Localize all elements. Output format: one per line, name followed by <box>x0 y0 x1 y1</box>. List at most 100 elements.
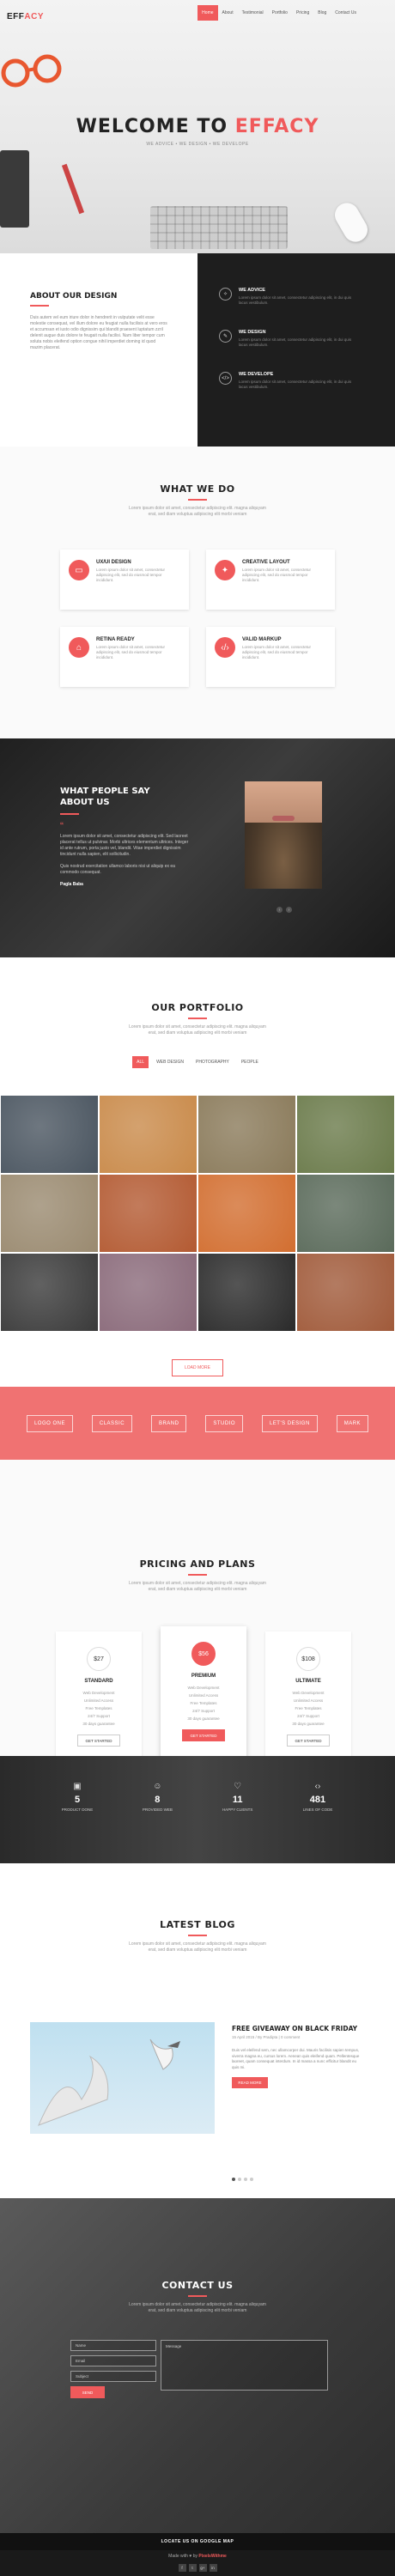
portfolio-item[interactable] <box>198 1174 296 1253</box>
get-started-button[interactable]: GET STARTED <box>182 1729 225 1741</box>
feature-text: Lorem ipsum dolor sit amet, consectetur … <box>239 380 352 389</box>
stat-item: ♡ 11 HAPPY CLIENTS <box>208 1782 268 1812</box>
plan-feature: 24/7 Support <box>88 1714 110 1718</box>
blog-title: LATEST BLOG <box>160 1919 235 1930</box>
users-icon: ☺ <box>153 1782 162 1791</box>
twitter-icon[interactable]: t <box>188 2564 197 2572</box>
linkedin-icon[interactable]: in <box>209 2564 217 2572</box>
portfolio-item[interactable] <box>0 1095 99 1174</box>
glasses-image <box>1 54 62 88</box>
blog-post-meta: 15 April 2015 / By Pradipta | 0 comment <box>232 2035 301 2039</box>
service-card[interactable]: ▭ UX/UI DESIGN Lorem ipsum dolor sit amet… <box>60 550 189 610</box>
title-divider <box>188 1574 207 1576</box>
service-card[interactable]: ‹/› VALID MARKUP Lorem ipsum dolor sit am… <box>206 627 335 687</box>
portfolio-item[interactable] <box>296 1095 395 1174</box>
pager-dot[interactable] <box>244 2178 247 2181</box>
footer-credit: Made with ♥ by PixelsWithme <box>168 2554 227 2559</box>
nav-home[interactable]: Home <box>198 5 218 21</box>
portfolio-item[interactable] <box>198 1095 296 1174</box>
message-field[interactable]: Message <box>161 2340 328 2391</box>
nav-contact[interactable]: Contact Us <box>331 5 361 21</box>
filter-people[interactable]: PEOPLE <box>237 1056 263 1068</box>
portfolio-item[interactable] <box>99 1095 198 1174</box>
blog-post-title[interactable]: FREE GIVEAWAY ON BLACK FRIDAY <box>232 2025 361 2032</box>
plan-feature: Web Development <box>292 1691 325 1695</box>
services-title: WHAT WE DO <box>160 483 235 495</box>
stats-section: ▣ 5 PRODUCT DONE ☺ 8 PROVIDED WEB ♡ 11 HAPPY C… <box>0 1756 395 1863</box>
services-section: WHAT WE DO Lorem ipsum dolor sit amet, c… <box>0 447 395 738</box>
stat-number: 481 <box>309 1795 326 1805</box>
facebook-icon[interactable]: f <box>178 2564 186 2572</box>
get-started-button[interactable]: GET STARTED <box>287 1735 330 1747</box>
nav-pricing[interactable]: Pricing <box>292 5 313 21</box>
portfolio-item[interactable] <box>0 1253 99 1332</box>
site-logo[interactable]: EFFACY <box>7 12 44 21</box>
pager-dot[interactable] <box>232 2178 235 2181</box>
stat-item: ▣ 5 PRODUCT DONE <box>47 1782 107 1812</box>
service-text: Lorem ipsum dolor sit amet, consectetur … <box>96 568 166 582</box>
subject-field[interactable]: Subject <box>70 2371 156 2382</box>
plan-standard: $27 STANDARD Web Development Unlimited A… <box>56 1631 142 1756</box>
email-field[interactable]: Email <box>70 2355 156 2366</box>
feature-title: WE DESIGN <box>239 330 266 335</box>
portfolio-item[interactable] <box>198 1253 296 1332</box>
load-more-button[interactable]: LOAD MORE <box>172 1359 223 1376</box>
feature-item: ✧ WE ADVICE Lorem ipsum dolor sit amet, c… <box>219 288 395 306</box>
portfolio-item[interactable] <box>0 1174 99 1253</box>
main-nav: Home About Testimonial Portfolio Pricing… <box>198 5 361 21</box>
testimonial-text: Lorem ipsum dolor sit amet, consectetur … <box>60 834 189 857</box>
read-more-button[interactable]: READ MORE <box>232 2077 268 2088</box>
stat-item: ☺ 8 PROVIDED WEB <box>127 1782 187 1812</box>
contact-section: CONTACT US Lorem ipsum dolor sit amet, c… <box>0 2198 395 2533</box>
contact-form: Name Email Subject SEND Message <box>70 2340 328 2398</box>
portfolio-item[interactable] <box>296 1253 395 1332</box>
pager-dot[interactable] <box>238 2178 241 2181</box>
blog-post-image <box>30 2022 215 2134</box>
chevron-left-icon[interactable]: ‹ <box>276 907 283 913</box>
stat-number: 8 <box>155 1795 161 1805</box>
google-map-link[interactable]: LOCATE US ON GOOGLE MAP <box>0 2533 395 2550</box>
service-card[interactable]: ✦ CREATIVE LAYOUT Lorem ipsum dolor sit a… <box>206 550 335 610</box>
pager-dot[interactable] <box>250 2178 253 2181</box>
send-button[interactable]: SEND <box>70 2386 105 2398</box>
stat-label: HAPPY CLIENTS <box>222 1807 253 1812</box>
nav-blog[interactable]: Blog <box>313 5 331 21</box>
testimonial-photo <box>245 781 322 889</box>
about-section: ABOUT OUR DESIGN Duis autem vel eum iriu… <box>0 253 395 447</box>
testimonial-author: Pagla Baba <box>60 882 83 887</box>
code-icon: ‹/› <box>215 637 235 658</box>
nav-portfolio[interactable]: Portfolio <box>268 5 292 21</box>
contact-title: CONTACT US <box>161 2280 234 2291</box>
chevron-right-icon[interactable]: › <box>286 907 292 913</box>
get-started-button[interactable]: GET STARTED <box>77 1735 120 1747</box>
client-logo: MARK <box>336 1414 369 1432</box>
service-text: Lorem ipsum dolor sit amet, consectetur … <box>242 568 312 582</box>
filter-photography[interactable]: PHOTOGRAPHY <box>191 1056 234 1068</box>
lightbulb-icon: ✧ <box>219 288 232 301</box>
client-logo: LET'S DESIGN <box>261 1414 318 1432</box>
testimonial-text-2: Quis nostrud exercitation ullamco labori… <box>60 864 175 875</box>
plan-feature: Unlimited Access <box>83 1698 114 1703</box>
footer: Made with ♥ by PixelsWithme f t g+ in <box>0 2550 395 2576</box>
portfolio-item[interactable] <box>296 1174 395 1253</box>
contact-subtitle: Lorem ipsum dolor sit amet, consectetur … <box>129 2302 266 2313</box>
portfolio-item[interactable] <box>99 1253 198 1332</box>
name-field[interactable]: Name <box>70 2340 156 2351</box>
service-card[interactable]: ⌂ RETINA READY Lorem ipsum dolor sit amet… <box>60 627 189 687</box>
portfolio-filters: ALL WEB DESIGN PHOTOGRAPHY PEOPLE <box>0 1056 395 1068</box>
home-icon: ⌂ <box>69 637 89 658</box>
google-plus-icon[interactable]: g+ <box>198 2564 207 2572</box>
feature-item: ✎ WE DESIGN Lorem ipsum dolor sit amet, c… <box>219 330 395 348</box>
blog-subtitle: Lorem ipsum dolor sit amet, consectetur … <box>129 1941 266 1953</box>
nav-testimonial[interactable]: Testimonial <box>238 5 268 21</box>
plan-name: ULTIMATE <box>295 1679 321 1684</box>
stat-label: PROVIDED WEB <box>142 1807 173 1812</box>
portfolio-item[interactable] <box>99 1174 198 1253</box>
filter-web-design[interactable]: WEB DESIGN <box>152 1056 188 1068</box>
hero-tagline: WE ADVICE • WE DESIGN • WE DEVELOPE <box>146 142 249 147</box>
filter-all[interactable]: ALL <box>132 1056 149 1068</box>
plan-feature: 30 days guarantee <box>292 1722 325 1726</box>
client-logo: BRAND <box>150 1414 187 1432</box>
title-divider <box>60 813 79 815</box>
nav-about[interactable]: About <box>218 5 238 21</box>
